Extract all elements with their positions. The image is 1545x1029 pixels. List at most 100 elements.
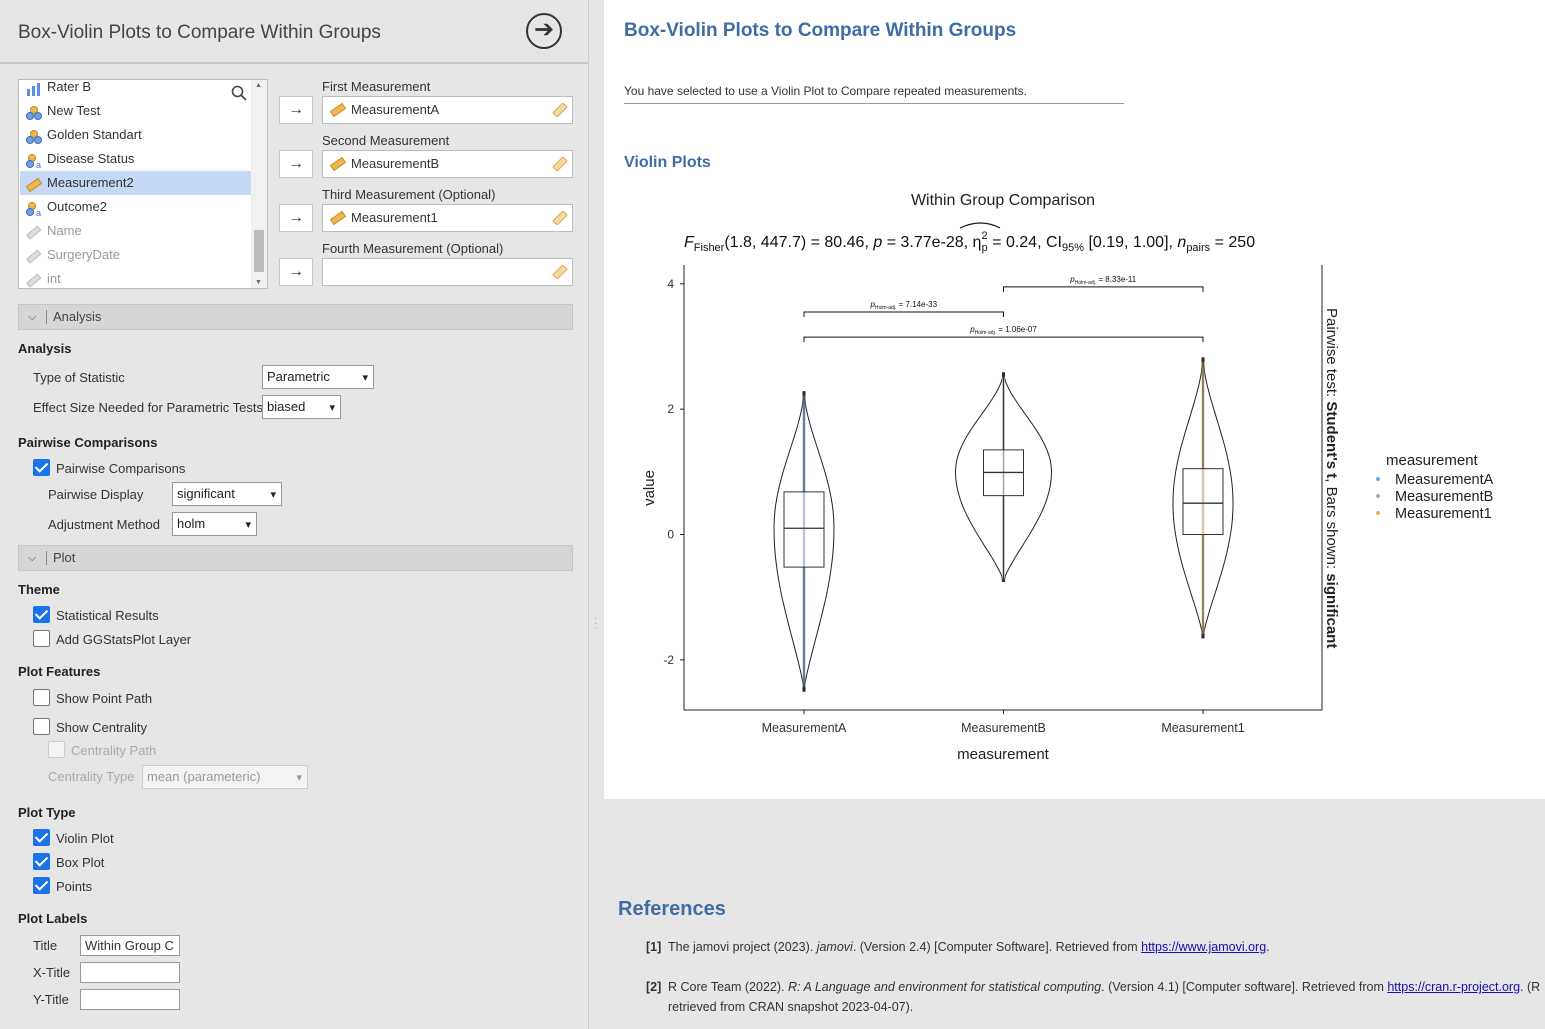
options-header: Box-Violin Plots to Compare Within Group… [0, 0, 588, 64]
type-of-statistic-select[interactable]: Parametric ▾ [262, 365, 374, 389]
legend-label: Measurement1 [1395, 506, 1492, 522]
search-icon[interactable] [231, 85, 247, 101]
divider [46, 310, 47, 324]
analysis-section-label: Analysis [53, 309, 102, 324]
chevron-down-icon: ▾ [245, 519, 251, 531]
legend-key [1376, 477, 1380, 481]
points-checkbox[interactable] [33, 877, 50, 894]
pairwise-bracket [803, 336, 1204, 343]
variable-label: Golden Standart [47, 127, 142, 142]
ruler-icon [552, 265, 568, 279]
variable-item[interactable]: Name [20, 219, 251, 243]
fourth-measurement-slot[interactable] [322, 258, 573, 286]
variable-item[interactable]: Golden Standart [20, 123, 251, 147]
ruler-icon [552, 103, 568, 117]
effect-size-value: biased [267, 399, 306, 414]
variable-label: SurgeryDate [47, 247, 120, 262]
variable-list[interactable]: Rater B New Test Golden Standart a Disease S… [18, 79, 268, 289]
pairwise-comparisons-checkbox[interactable] [33, 459, 50, 476]
results-note: You have selected to use a Violin Plot t… [624, 84, 1027, 98]
ruler-icon [25, 176, 43, 193]
first-measurement-slot[interactable]: MeasurementA [322, 96, 573, 124]
panel-title: Box-Violin Plots to Compare Within Group… [18, 22, 381, 43]
x-title-input[interactable] [80, 962, 180, 983]
show-centrality-checkbox[interactable] [33, 718, 50, 735]
centrality-type-value: mean (parameteric) [147, 769, 261, 784]
second-measurement-value: MeasurementB [351, 156, 440, 171]
scrollbar-thumb[interactable] [254, 230, 264, 272]
variable-list-scrollbar[interactable]: ▲ ▼ [251, 80, 267, 288]
nominal-icon [26, 104, 42, 120]
options-panel: Box-Violin Plots to Compare Within Group… [0, 0, 588, 1029]
x-tick-label: MeasurementB [961, 721, 1046, 735]
pairwise-display-select[interactable]: significant ▾ [172, 482, 282, 506]
box-MeasurementA [783, 491, 825, 568]
add-ggstatsplot-layer-label: Add GGStatsPlot Layer [56, 632, 192, 647]
chart-title: Within Group Comparison [911, 192, 1095, 209]
variable-item[interactable]: Measurement2 [20, 171, 251, 195]
divider [624, 103, 1124, 104]
third-measurement-slot[interactable]: Measurement1 [322, 204, 573, 232]
adjustment-method-select[interactable]: holm ▾ [172, 512, 257, 536]
analysis-section-header[interactable]: ⌵ Analysis [18, 304, 573, 330]
svg-text:a: a [36, 160, 41, 168]
plot-section-header[interactable]: ⌵ Plot [18, 545, 573, 571]
centrality-type-label: Centrality Type [48, 769, 135, 784]
panel-splitter[interactable]: · · · [588, 0, 603, 1029]
nominal-text-icon: a [26, 152, 42, 170]
y-title-input[interactable] [80, 989, 180, 1010]
arrow-right-circle-icon[interactable]: ➔ [526, 13, 562, 49]
show-point-path-checkbox[interactable] [33, 689, 50, 706]
variable-label: New Test [47, 103, 101, 118]
variable-item[interactable]: Rater B [20, 80, 251, 99]
variable-item[interactable]: SurgeryDate [20, 243, 251, 267]
move-to-second-button[interactable]: → [279, 150, 313, 178]
references-heading: References [618, 898, 726, 920]
ruler-icon [330, 211, 346, 225]
third-measurement-label: Third Measurement (Optional) [322, 187, 496, 202]
hat-accent [959, 222, 1001, 229]
legend-key [1376, 511, 1380, 515]
legend-title: measurement [1386, 452, 1479, 469]
y-tick-label: 0 [667, 528, 674, 542]
nominal-icon [26, 128, 42, 144]
violin-plots-heading: Violin Plots [624, 154, 711, 171]
box-plot-checkbox[interactable] [33, 853, 50, 870]
title-input[interactable]: Within Group C [80, 935, 180, 956]
move-to-first-button[interactable]: → [279, 96, 313, 124]
variable-item[interactable]: a Disease Status [20, 147, 251, 171]
continuous-bar-icon [26, 80, 42, 96]
statistical-results-label: Statistical Results [56, 608, 159, 623]
y-axis-title: value [641, 470, 658, 506]
second-measurement-slot[interactable]: MeasurementB [322, 150, 573, 178]
plot-features-heading: Plot Features [18, 664, 101, 679]
jamovi-link[interactable]: https://www.jamovi.org [1141, 940, 1266, 954]
cran-link[interactable]: https://cran.r-project.org [1387, 980, 1520, 994]
pairwise-caption: Pairwise test: Student's t, Bars shown: … [1323, 308, 1340, 648]
y-tick-label: 2 [667, 402, 674, 416]
centrality-path-label: Centrality Path [71, 743, 157, 758]
adjustment-method-value: holm [177, 516, 206, 531]
pairwise-display-label: Pairwise Display [48, 487, 144, 502]
legend-label: MeasurementA [1395, 472, 1494, 488]
y-tick-label: 4 [667, 277, 674, 291]
violin-plot-checkbox[interactable] [33, 829, 50, 846]
effect-size-select[interactable]: biased ▾ [262, 395, 341, 419]
variable-label: Disease Status [47, 151, 135, 166]
legend-label: MeasurementB [1395, 489, 1493, 505]
x-title-label: X-Title [33, 965, 71, 980]
add-ggstatsplot-layer-checkbox[interactable] [33, 630, 50, 647]
variable-item[interactable]: int [20, 267, 251, 288]
results-panel: Box-Violin Plots to Compare Within Group… [604, 0, 1545, 799]
move-to-fourth-button[interactable]: → [279, 258, 313, 286]
analysis-group-heading: Analysis [18, 341, 72, 356]
variable-item[interactable]: New Test [20, 99, 251, 123]
pairwise-bracket [1003, 286, 1204, 292]
chevron-down-icon: ▾ [329, 402, 335, 414]
x-axis-title: measurement [957, 746, 1050, 763]
statistical-results-checkbox[interactable] [33, 606, 50, 623]
chevron-down-icon: ⌵ [28, 311, 37, 323]
move-to-third-button[interactable]: → [279, 204, 313, 232]
third-measurement-value: Measurement1 [351, 210, 438, 225]
variable-item[interactable]: a Outcome2 [20, 195, 251, 219]
